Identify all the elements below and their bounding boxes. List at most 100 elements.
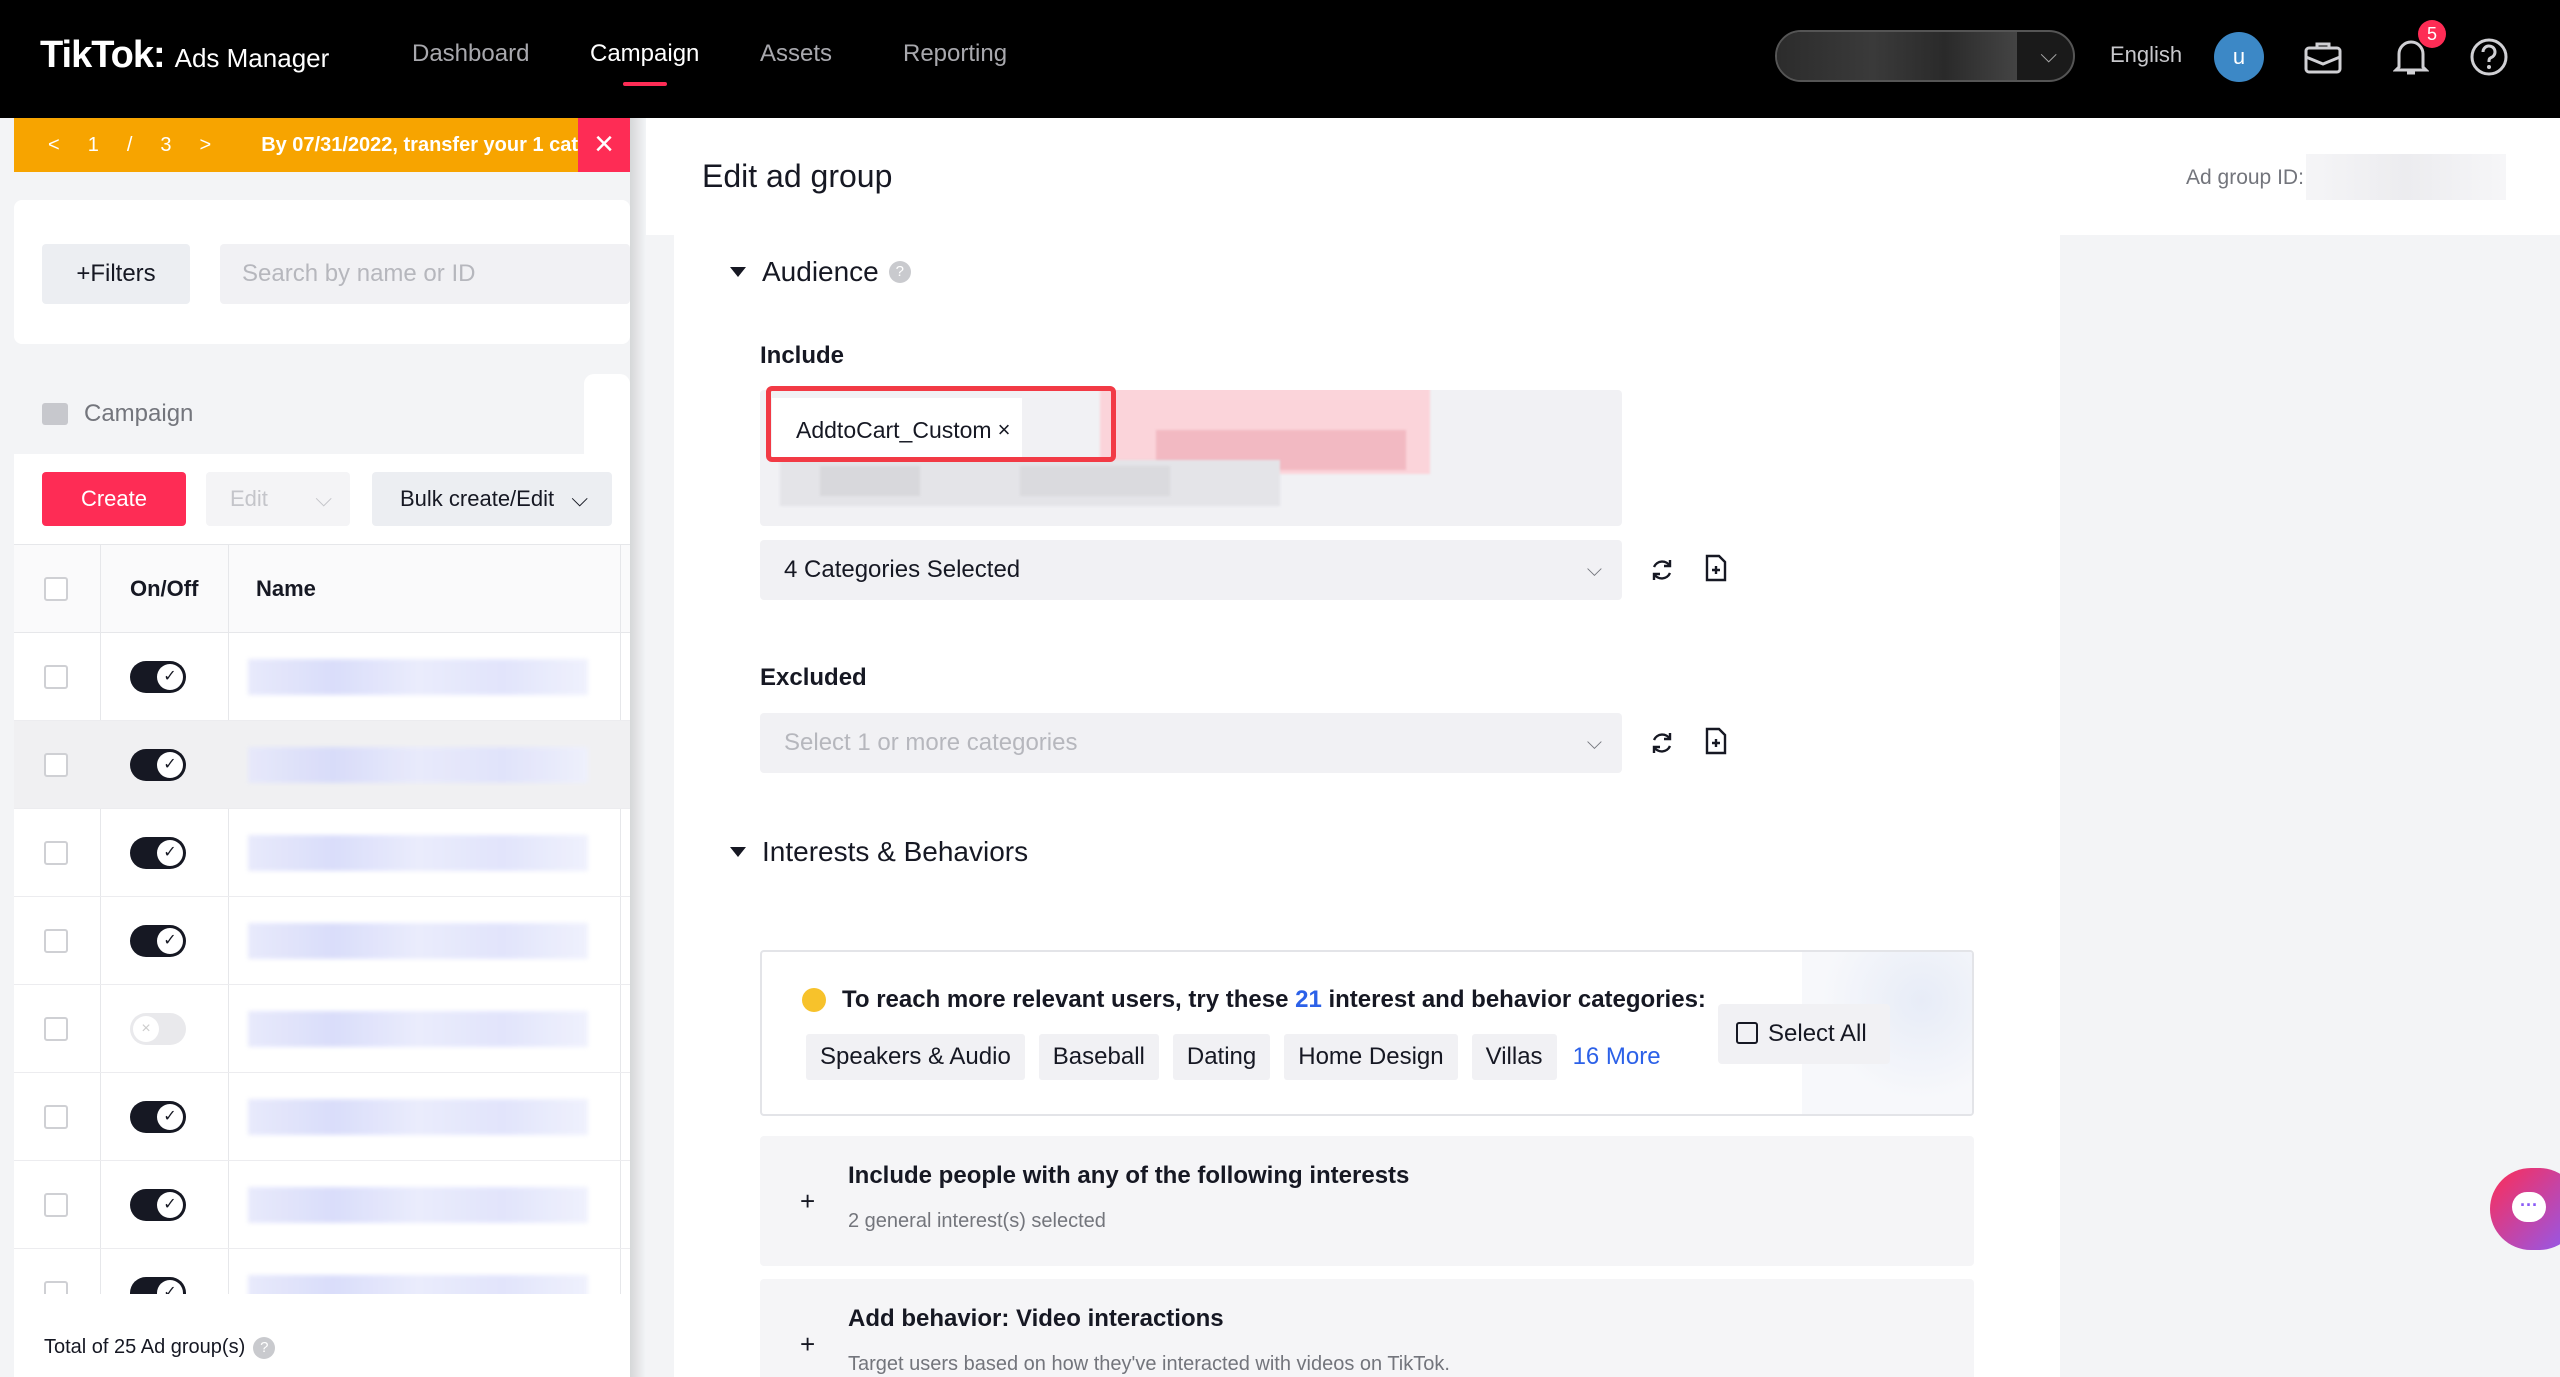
status-toggle[interactable] <box>130 1101 186 1133</box>
select-all-checkbox[interactable] <box>44 577 68 601</box>
status-toggle[interactable] <box>130 837 186 869</box>
language-switch[interactable]: English <box>2110 42 2182 68</box>
redacted-ad-group-name[interactable] <box>248 835 588 871</box>
ad-group-table: On/Off Name <box>14 544 630 1294</box>
status-toggle[interactable] <box>130 1189 186 1221</box>
table-row[interactable] <box>14 633 630 721</box>
chip-speakers-audio[interactable]: Speakers & Audio <box>806 1034 1025 1080</box>
row-checkbox[interactable] <box>44 929 68 953</box>
row-checkbox[interactable] <box>44 753 68 777</box>
select-all-label: Select All <box>1768 1020 1867 1047</box>
table-row[interactable] <box>14 985 630 1073</box>
table-row[interactable] <box>14 721 630 809</box>
interests-section-header[interactable]: Interests & Behaviors <box>730 836 1028 868</box>
account-selector[interactable]: ⌵ <box>1775 30 2075 82</box>
nav-dashboard[interactable]: Dashboard <box>412 40 529 68</box>
announcement-message[interactable]: By 07/31/2022, transfer your 1 cat <box>261 134 578 157</box>
drawer-shadow <box>630 118 646 1377</box>
chip-dating[interactable]: Dating <box>1172 1034 1271 1080</box>
create-audience-icon[interactable] <box>1698 550 1734 586</box>
audience-title: Audience <box>762 256 879 287</box>
redacted-ad-group-name[interactable] <box>248 1187 588 1223</box>
status-toggle[interactable] <box>130 1013 186 1045</box>
tab-campaign[interactable]: Campaign <box>14 374 584 454</box>
nav-assets[interactable]: Assets <box>760 40 832 68</box>
redacted-ad-group-name[interactable] <box>248 1011 588 1047</box>
excluded-categories-select[interactable]: Select 1 or more categories ⌵ <box>760 713 1622 773</box>
status-toggle[interactable] <box>130 925 186 957</box>
edit-button: Edit ⌵ <box>206 472 350 526</box>
column-on-off[interactable]: On/Off <box>130 545 198 633</box>
lightbulb-icon <box>802 988 826 1012</box>
excluded-label: Excluded <box>760 664 867 691</box>
include-categories-select[interactable]: 4 Categories Selected ⌵ <box>760 540 1622 600</box>
row-checkbox[interactable] <box>44 1105 68 1129</box>
more-suggestions-link[interactable]: 16 More <box>1573 1043 1661 1071</box>
table-row[interactable] <box>14 809 630 897</box>
suggestion-count: 21 <box>1295 986 1322 1013</box>
search-input[interactable] <box>220 244 630 304</box>
product-name: Ads Manager <box>174 43 330 73</box>
include-label: Include <box>760 342 845 369</box>
redacted-ad-group-name[interactable] <box>248 1099 588 1135</box>
row-checkbox[interactable] <box>44 1017 68 1041</box>
interests-accordion[interactable]: + Include people with any of the followi… <box>760 1136 1974 1266</box>
bulk-create-edit-button[interactable]: Bulk create/Edit ⌵ <box>372 472 612 526</box>
chevron-down-icon: ⌵ <box>1586 732 1602 754</box>
video-interactions-accordion[interactable]: + Add behavior: Video interactions Targe… <box>760 1279 1974 1377</box>
row-checkbox[interactable] <box>44 841 68 865</box>
page-current: 1 <box>87 133 99 156</box>
brand-name: TikTok <box>40 34 154 76</box>
tab-ad-group[interactable] <box>584 374 630 454</box>
drawer-side-area <box>2060 235 2560 1377</box>
help-icon[interactable]: ? <box>253 1336 276 1359</box>
select-all-button[interactable]: Select All <box>1718 1004 1890 1064</box>
tiktok-ads-logo[interactable]: TikTok: Ads Manager <box>40 34 329 77</box>
column-name[interactable]: Name <box>256 545 316 633</box>
chip-home-design[interactable]: Home Design <box>1284 1034 1458 1080</box>
suggestion-prefix: To reach more relevant users, try these <box>842 986 1296 1013</box>
chat-icon: ··· <box>2512 1192 2546 1222</box>
row-checkbox[interactable] <box>44 1193 68 1217</box>
chevron-down-icon: ⌵ <box>571 486 588 511</box>
suggestion-chips: Speakers & Audio Baseball Dating Home De… <box>806 1034 1661 1080</box>
help-icon[interactable] <box>2466 34 2512 80</box>
redacted-ad-group-name[interactable] <box>248 1275 588 1294</box>
nav-campaign[interactable]: Campaign <box>590 40 699 86</box>
redacted-ad-group-name[interactable] <box>248 747 588 783</box>
avatar[interactable]: u <box>2214 32 2264 82</box>
chip-villas[interactable]: Villas <box>1471 1034 1557 1080</box>
table-row[interactable] <box>14 1249 630 1294</box>
total-count: Total of 25 Ad group(s)? <box>44 1336 276 1359</box>
chevron-down-icon: ⌵ <box>2040 42 2057 67</box>
audience-section-header[interactable]: Audience ? <box>730 256 911 288</box>
filters-button[interactable]: +Filters <box>42 244 190 304</box>
status-toggle[interactable] <box>130 749 186 781</box>
refresh-icon[interactable] <box>1644 552 1680 588</box>
table-row[interactable] <box>14 897 630 985</box>
page-separator: / <box>126 133 133 156</box>
next-icon[interactable]: > <box>200 134 212 157</box>
refresh-icon[interactable] <box>1644 725 1680 761</box>
top-navigation: TikTok: Ads Manager Dashboard Campaign A… <box>0 0 2560 118</box>
redacted-ad-group-name[interactable] <box>248 923 588 959</box>
select-all-icon <box>1736 1022 1758 1044</box>
table-row[interactable] <box>14 1161 630 1249</box>
chip-baseball[interactable]: Baseball <box>1038 1034 1159 1080</box>
plus-icon: + <box>800 1329 816 1359</box>
row-checkbox[interactable] <box>44 665 68 689</box>
redacted-ad-group-name[interactable] <box>248 659 588 695</box>
status-toggle[interactable] <box>130 1277 186 1294</box>
briefcase-icon[interactable] <box>2300 34 2346 80</box>
table-row[interactable] <box>14 1073 630 1161</box>
close-icon[interactable]: × <box>578 118 630 172</box>
nav-reporting[interactable]: Reporting <box>903 40 1007 68</box>
prev-icon[interactable]: < <box>48 134 60 157</box>
create-button[interactable]: Create <box>42 472 186 526</box>
row-checkbox[interactable] <box>44 1281 68 1294</box>
help-icon[interactable]: ? <box>888 261 911 283</box>
status-toggle[interactable] <box>130 661 186 693</box>
create-audience-icon[interactable] <box>1698 723 1734 759</box>
caret-down-icon <box>730 847 746 857</box>
redacted-audience <box>820 466 920 496</box>
